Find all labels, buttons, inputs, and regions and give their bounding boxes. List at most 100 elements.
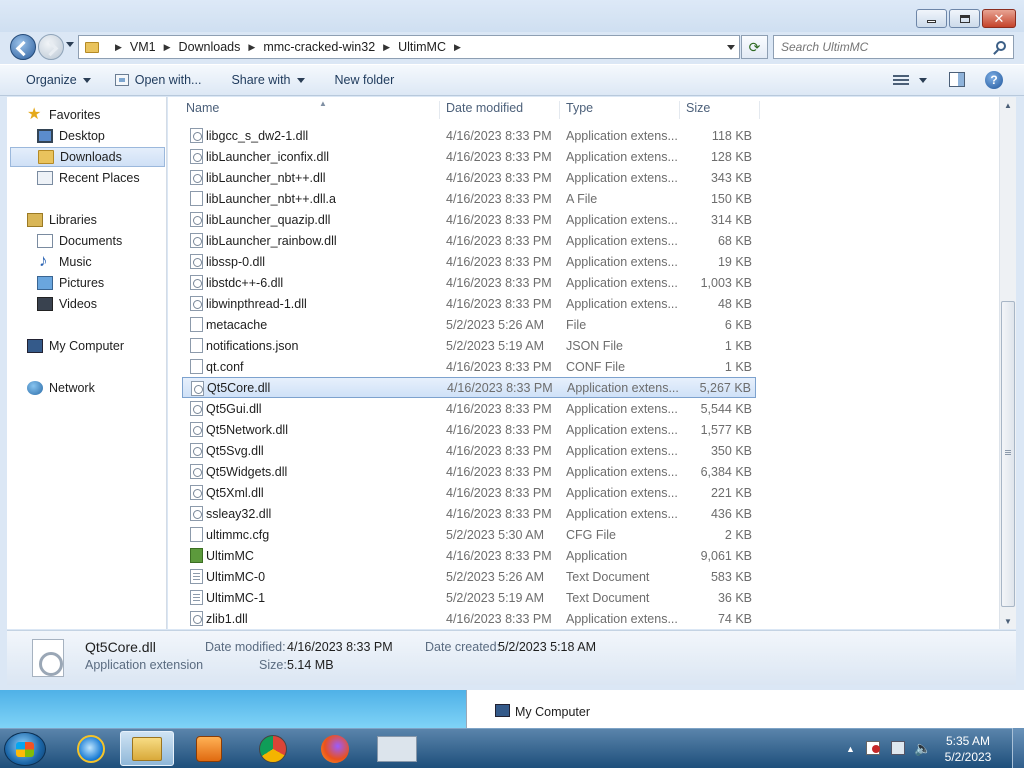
scroll-thumb[interactable] [1001,301,1015,607]
nav-recent-places[interactable]: Recent Places [37,168,165,188]
maximize-button[interactable] [949,9,980,28]
file-size: 2 KB [724,527,752,542]
breadcrumb-item[interactable]: mmc-cracked-win32 [263,40,375,54]
organize-button[interactable]: Organize [18,68,99,92]
nav-pictures[interactable]: Pictures [37,273,165,293]
column-header-size[interactable]: Size [682,101,760,119]
file-row[interactable]: UltimMC-0 5/2/2023 5:26 AM Text Document 58… [182,566,756,587]
address-dropdown-icon[interactable] [727,45,735,50]
view-dropdown-icon[interactable] [919,78,927,83]
file-row[interactable]: metacache 5/2/2023 5:26 AM File 6 KB [182,314,756,335]
nav-music[interactable]: Music [37,251,165,272]
dll-file-icon [32,639,64,677]
back-button[interactable] [10,34,36,60]
file-row[interactable]: libgcc_s_dw2-1.dll 4/16/2023 8:33 PM Appli… [182,125,756,146]
file-row[interactable]: Qt5Xml.dll 4/16/2023 8:33 PM Application e… [182,482,756,503]
network-status-icon[interactable] [891,741,905,755]
show-desktop-button[interactable] [1012,728,1024,768]
scroll-up-icon[interactable]: ▲ [1000,97,1016,113]
title-bar[interactable]: ✕ [0,0,1024,32]
preview-pane-icon[interactable] [949,72,965,87]
file-type: Application extens... [566,149,678,164]
file-row[interactable]: zlib1.dll 4/16/2023 8:33 PM Application ex… [182,608,756,629]
start-button[interactable] [4,732,46,766]
view-options-icon[interactable] [893,73,909,87]
file-row[interactable]: Qt5Svg.dll 4/16/2023 8:33 PM Application e… [182,440,756,461]
breadcrumb-chevron-icon[interactable]: ▶ [115,42,122,53]
address-bar[interactable]: ▶ VM1 ▶ Downloads ▶ mmc-cracked-win32 ▶ … [78,35,740,59]
taskbar-firefox[interactable] [308,731,362,766]
column-header-date[interactable]: Date modified [442,101,560,119]
scroll-down-icon[interactable]: ▼ [1000,613,1016,629]
forward-button[interactable] [38,34,64,60]
file-row[interactable]: Qt5Gui.dll 4/16/2023 8:33 PM Application e… [182,398,756,419]
file-row[interactable]: Qt5Core.dll 4/16/2023 8:33 PM Application … [182,377,756,398]
refresh-button[interactable]: ⟳ [741,35,768,59]
nav-favorites[interactable]: ★ Favorites [27,105,185,125]
sort-ascending-icon: ▲ [319,99,327,108]
file-type: Application extens... [566,443,678,458]
file-type: Application extens... [566,233,678,248]
new-folder-button[interactable]: New folder [327,68,403,92]
search-input[interactable] [774,36,974,58]
file-row[interactable]: ultimmc.cfg 5/2/2023 5:30 AM CFG File 2 KB [182,524,756,545]
file-row[interactable]: ssleay32.dll 4/16/2023 8:33 PM Application… [182,503,756,524]
share-with-button[interactable]: Share with [223,68,312,92]
file-size: 1 KB [724,359,752,374]
help-icon[interactable]: ? [985,71,1003,89]
file-row[interactable]: UltimMC 4/16/2023 8:33 PM Application 9,061… [182,545,756,566]
search-box[interactable] [773,35,1014,59]
close-button[interactable]: ✕ [982,9,1016,28]
nav-documents[interactable]: Documents [37,231,165,251]
volume-icon[interactable]: 🔈 [914,741,931,755]
breadcrumb-item[interactable]: Downloads [179,40,241,54]
column-header-type[interactable]: Type [562,101,680,119]
breadcrumb-item[interactable]: UltimMC [398,40,446,54]
file-row[interactable]: Qt5Network.dll 4/16/2023 8:33 PM Applicati… [182,419,756,440]
file-row[interactable]: UltimMC-1 5/2/2023 5:19 AM Text Document 36… [182,587,756,608]
file-row[interactable]: libLauncher_iconfix.dll 4/16/2023 8:33 PM… [182,146,756,167]
breadcrumb-chevron-icon[interactable]: ▶ [454,42,461,53]
file-row[interactable]: libssp-0.dll 4/16/2023 8:33 PM Application… [182,251,756,272]
search-icon[interactable] [996,41,1006,51]
breadcrumb-chevron-icon[interactable]: ▶ [164,42,171,53]
file-icon [190,338,203,353]
file-size: 150 KB [710,191,752,206]
file-row[interactable]: qt.conf 4/16/2023 8:33 PM CONF File 1 KB [182,356,756,377]
file-row[interactable]: libwinpthread-1.dll 4/16/2023 8:33 PM Appl… [182,293,756,314]
nav-libraries[interactable]: Libraries [27,210,185,230]
minimize-button[interactable] [916,9,947,28]
file-row[interactable]: libLauncher_rainbow.dll 4/16/2023 8:33 PM… [182,230,756,251]
taskbar-chrome[interactable] [246,731,300,766]
nav-videos[interactable]: Videos [37,294,165,314]
taskbar-internet-explorer[interactable] [64,731,118,766]
system-clock[interactable]: 5:35 AM 5/2/2023 [928,733,1008,765]
nav-downloads[interactable]: Downloads [10,147,165,167]
breadcrumb-chevron-icon[interactable]: ▶ [248,42,255,53]
file-name: metacache [206,317,268,332]
breadcrumb-item[interactable]: VM1 [130,40,156,54]
nav-network[interactable]: Network [27,378,185,398]
taskbar-thumbnail-preview[interactable]: My Computer [466,690,1024,728]
file-row[interactable]: Qt5Widgets.dll 4/16/2023 8:33 PM Applicati… [182,461,756,482]
file-row[interactable]: libstdc++-6.dll 4/16/2023 8:33 PM Applicat… [182,272,756,293]
action-center-icon[interactable] [866,741,880,755]
vertical-scrollbar[interactable]: ▲ ▼ [999,97,1016,629]
file-size: 343 KB [710,170,752,185]
file-icon [190,527,203,542]
open-with-button[interactable]: Open with... [107,68,210,92]
taskbar-ultimmc[interactable] [370,731,424,766]
file-row[interactable]: notifications.json 5/2/2023 5:19 AM JSON F… [182,335,756,356]
file-row[interactable]: libLauncher_nbt++.dll 4/16/2023 8:33 PM Ap… [182,167,756,188]
nav-label: Recent Places [59,171,140,185]
recent-pages-dropdown[interactable] [66,42,74,47]
breadcrumb-chevron-icon[interactable]: ▶ [383,42,390,53]
taskbar-explorer[interactable] [120,731,174,766]
taskbar-media-player[interactable] [182,731,236,766]
nav-my-computer[interactable]: My Computer [27,336,185,356]
file-row[interactable]: libLauncher_quazip.dll 4/16/2023 8:33 PM A… [182,209,756,230]
nav-desktop[interactable]: Desktop [37,126,165,146]
file-row[interactable]: libLauncher_nbt++.dll.a 4/16/2023 8:33 PM… [182,188,756,209]
column-header-name[interactable]: ▲ Name [182,99,440,119]
tray-expand-icon[interactable]: ▲ [846,744,856,758]
